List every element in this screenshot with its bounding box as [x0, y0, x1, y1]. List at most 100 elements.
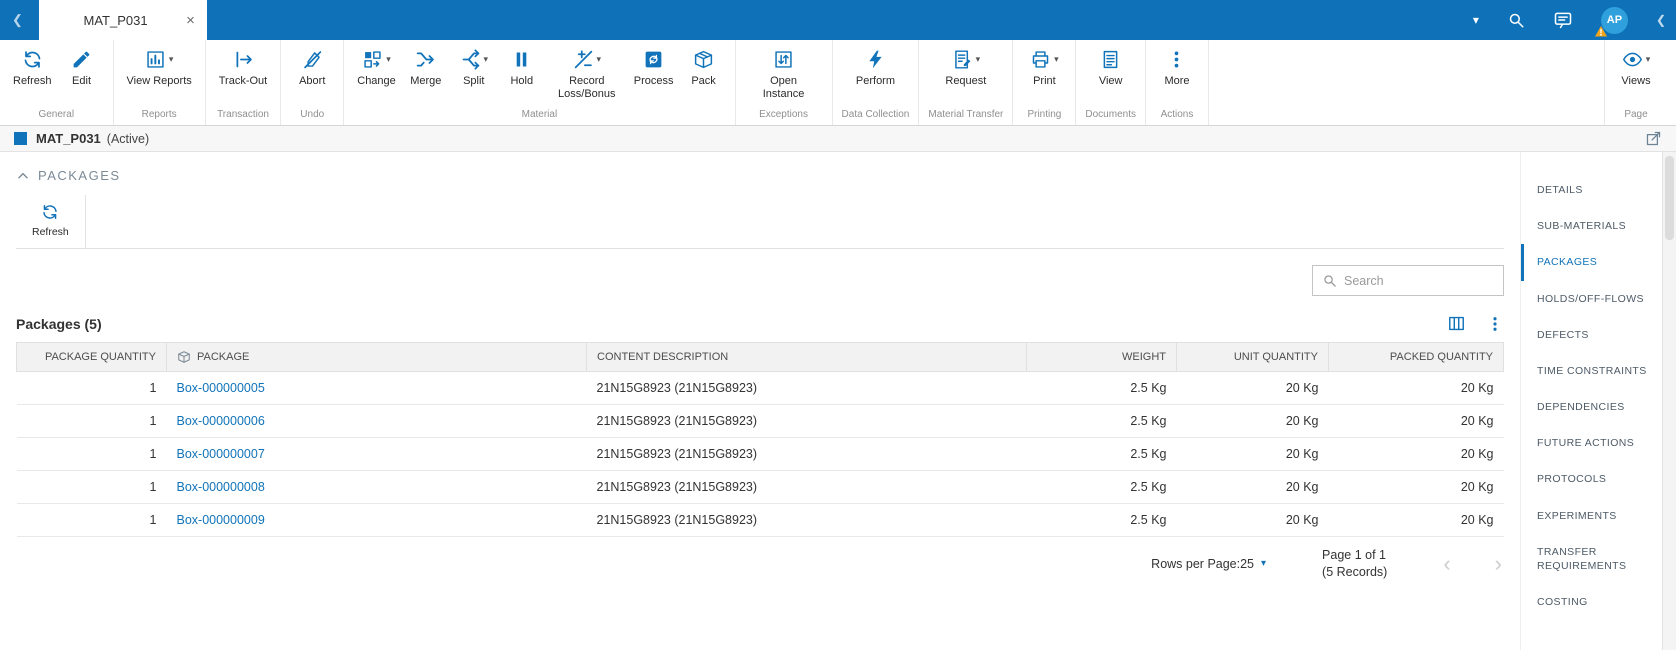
titlebar-actions: ▾ AP	[1473, 6, 1642, 36]
cell-package-quantity: 1	[16, 371, 167, 405]
report-chart-icon	[145, 49, 166, 70]
cell-packed-quantity: 20 Kg	[1328, 503, 1504, 537]
sidebar-item-details[interactable]: DETAILS	[1521, 172, 1662, 208]
tab-mat-p031[interactable]: MAT_P031 ×	[38, 0, 207, 40]
views-button[interactable]: ▾ Views	[1612, 40, 1660, 90]
group-caption: Material Transfer	[928, 109, 1004, 120]
table-header-row: PACKAGE QUANTITY PACKAGE CONTENT DESCRIP…	[16, 342, 1504, 372]
sidebar-item-defects[interactable]: DEFECTS	[1521, 317, 1662, 353]
lightning-icon	[865, 49, 886, 70]
context-status: (Active)	[106, 131, 150, 146]
column-header-content-description[interactable]: CONTENT DESCRIPTION	[586, 342, 1027, 372]
hold-button[interactable]: Hold	[498, 40, 546, 102]
sidebar-item-future-actions[interactable]: FUTURE ACTIONS	[1521, 425, 1662, 461]
sidebar-item-costing[interactable]: COSTING	[1521, 584, 1662, 620]
open-instance-button[interactable]: Open Instance	[743, 40, 825, 102]
sidebar-item-holds-off-flows[interactable]: HOLDS/OFF-FLOWS	[1521, 281, 1662, 317]
sidebar-item-experiments[interactable]: EXPERIMENTS	[1521, 498, 1662, 534]
view-documents-button[interactable]: View	[1087, 40, 1135, 90]
package-link[interactable]: Box-000000006	[177, 414, 265, 428]
abort-button[interactable]: Abort	[288, 40, 336, 90]
search-input[interactable]	[1344, 273, 1494, 288]
feedback-chat-icon[interactable]	[1553, 10, 1573, 30]
previous-page-icon[interactable]: ‹	[1443, 552, 1450, 575]
back-chevron-icon[interactable]: ❮	[0, 12, 39, 28]
packages-table: PACKAGE QUANTITY PACKAGE CONTENT DESCRIP…	[16, 342, 1504, 537]
close-icon[interactable]: ×	[180, 12, 195, 29]
rows-per-page-select[interactable]: Rows per Page:25 ▾	[1151, 557, 1266, 571]
perform-button[interactable]: Perform	[850, 40, 901, 90]
chevron-down-icon[interactable]: ▾	[1473, 13, 1479, 27]
sidebar-item-time-constraints[interactable]: TIME CONSTRAINTS	[1521, 353, 1662, 389]
table-row[interactable]: 1 Box-000000009 21N15G8923 (21N15G8923) …	[16, 503, 1504, 537]
sidebar-item-protocols[interactable]: PROTOCOLS	[1521, 461, 1662, 497]
package-link[interactable]: Box-000000009	[177, 513, 265, 527]
view-reports-button[interactable]: ▾ View Reports	[121, 40, 198, 90]
toolbar-group-reports: ▾ View Reports Reports	[114, 40, 206, 125]
table-row[interactable]: 1 Box-000000008 21N15G8923 (21N15G8923) …	[16, 470, 1504, 504]
collapse-section-icon[interactable]	[16, 169, 30, 183]
column-header-package-quantity[interactable]: PACKAGE QUANTITY	[16, 342, 167, 372]
section-title: PACKAGES	[38, 168, 121, 183]
sidebar-item-transfer-requirements[interactable]: TRANSFER REQUIREMENTS	[1521, 534, 1662, 584]
column-chooser-icon[interactable]	[1447, 314, 1466, 333]
change-button[interactable]: ▾ Change	[351, 40, 402, 102]
titlebar: ❮ MAT_P031 × ▾ AP ❮	[0, 0, 1676, 40]
user-avatar[interactable]: AP	[1594, 6, 1628, 36]
plus-minus-icon	[573, 49, 594, 70]
pack-button[interactable]: Pack	[680, 40, 728, 102]
cell-unit-quantity: 20 Kg	[1176, 503, 1329, 537]
package-link[interactable]: Box-000000008	[177, 480, 265, 494]
chevron-down-icon: ▾	[596, 53, 602, 64]
search-icon[interactable]	[1507, 11, 1525, 29]
scrollbar-thumb[interactable]	[1665, 156, 1674, 240]
cell-package-quantity: 1	[16, 470, 167, 504]
section-toolbar: Refresh	[16, 195, 1504, 249]
button-label: Edit	[72, 75, 92, 87]
process-icon	[643, 49, 664, 70]
section-refresh-button[interactable]: Refresh	[16, 195, 86, 248]
material-status-square-icon	[14, 132, 27, 145]
cell-unit-quantity: 20 Kg	[1176, 470, 1329, 504]
split-button[interactable]: ▾ Split	[450, 40, 498, 102]
abort-icon	[302, 49, 323, 70]
cell-unit-quantity: 20 Kg	[1176, 437, 1329, 471]
process-button[interactable]: Process	[628, 40, 680, 102]
button-label: Request	[945, 75, 987, 87]
work-area: PACKAGES Refresh Pac	[0, 152, 1676, 650]
print-button[interactable]: ▾ Print	[1020, 40, 1068, 90]
track-out-button[interactable]: Track-Out	[213, 40, 274, 90]
request-button[interactable]: ▾ Request	[939, 40, 992, 90]
package-link[interactable]: Box-000000005	[177, 381, 265, 395]
sidebar-item-sub-materials[interactable]: SUB-MATERIALS	[1521, 208, 1662, 244]
cell-content-description: 21N15G8923 (21N15G8923)	[586, 404, 1027, 438]
edit-button[interactable]: Edit	[58, 40, 106, 90]
record-loss-bonus-button[interactable]: ▾ Record Loss/Bonus	[546, 40, 628, 102]
hold-pause-icon	[511, 49, 532, 70]
collapse-panel-icon[interactable]: ❮	[1642, 13, 1676, 27]
next-page-icon[interactable]: ›	[1495, 552, 1502, 575]
table-row[interactable]: 1 Box-000000005 21N15G8923 (21N15G8923) …	[16, 371, 1504, 405]
refresh-button[interactable]: Refresh	[7, 40, 58, 90]
button-label: View	[1098, 75, 1123, 87]
cell-package-quantity: 1	[16, 503, 167, 537]
table-row[interactable]: 1 Box-000000007 21N15G8923 (21N15G8923) …	[16, 437, 1504, 471]
column-header-unit-quantity[interactable]: UNIT QUANTITY	[1176, 342, 1329, 372]
refresh-icon	[41, 203, 59, 221]
printer-icon	[1030, 49, 1051, 70]
table-menu-kebab-icon[interactable]	[1486, 315, 1504, 333]
cell-weight: 2.5 Kg	[1026, 503, 1177, 537]
column-header-package[interactable]: PACKAGE	[166, 342, 587, 372]
cell-packed-quantity: 20 Kg	[1328, 470, 1504, 504]
package-link[interactable]: Box-000000007	[177, 447, 265, 461]
column-header-weight[interactable]: WEIGHT	[1026, 342, 1177, 372]
scrollbar[interactable]	[1662, 152, 1676, 650]
toolbar-group-data-collection: Perform Data Collection	[833, 40, 920, 125]
merge-button[interactable]: Merge	[402, 40, 450, 102]
table-row[interactable]: 1 Box-000000006 21N15G8923 (21N15G8923) …	[16, 404, 1504, 438]
more-button[interactable]: More	[1153, 40, 1201, 90]
sidebar-item-dependencies[interactable]: DEPENDENCIES	[1521, 389, 1662, 425]
sidebar-item-packages[interactable]: PACKAGES	[1521, 244, 1662, 281]
column-header-packed-quantity[interactable]: PACKED QUANTITY	[1328, 342, 1504, 372]
popout-icon[interactable]	[1645, 130, 1662, 147]
